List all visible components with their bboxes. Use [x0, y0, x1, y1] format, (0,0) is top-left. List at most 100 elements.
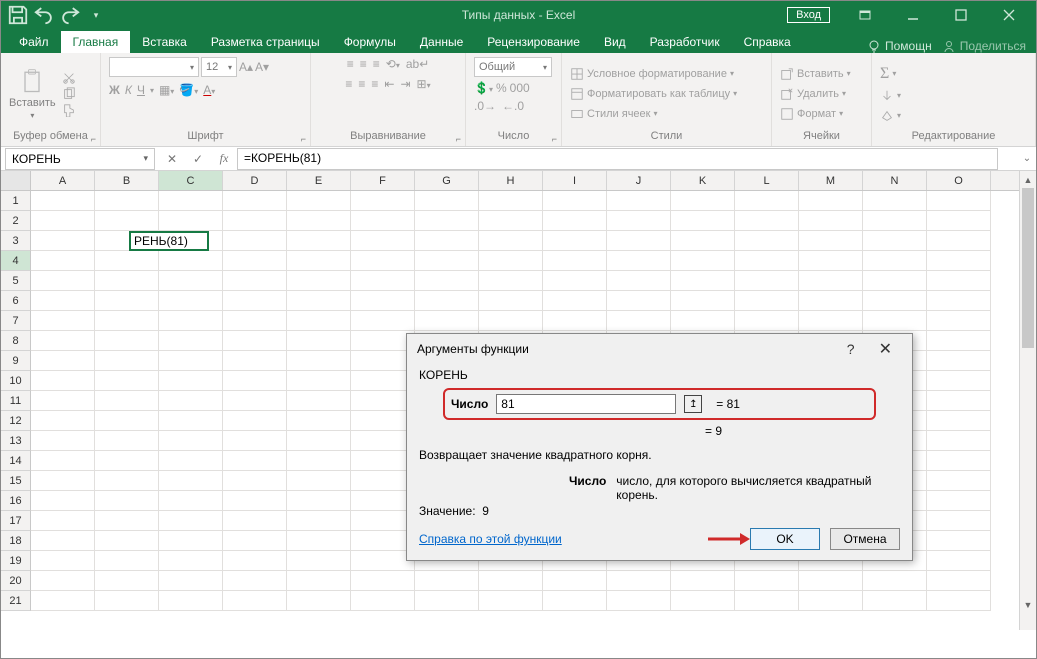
cell[interactable] [607, 591, 671, 611]
row-header[interactable]: 3 [1, 231, 31, 251]
cell[interactable] [159, 271, 223, 291]
name-box[interactable]: КОРЕНЬ▾ [5, 148, 155, 170]
orientation-icon[interactable]: ⟲▾ [386, 57, 400, 71]
tab-insert[interactable]: Вставка [130, 31, 199, 53]
cell[interactable] [223, 571, 287, 591]
cell[interactable] [95, 531, 159, 551]
row-header[interactable]: 21 [1, 591, 31, 611]
cell[interactable] [95, 471, 159, 491]
cancel-formula-icon[interactable]: ✕ [159, 152, 185, 166]
cell[interactable] [223, 531, 287, 551]
cell[interactable] [223, 371, 287, 391]
paste-button[interactable]: Вставить ▾ [9, 67, 56, 120]
cell[interactable] [351, 311, 415, 331]
cell[interactable] [415, 251, 479, 271]
cell[interactable] [479, 191, 543, 211]
cell[interactable] [287, 471, 351, 491]
row-header[interactable]: 4 [1, 251, 31, 271]
cell[interactable] [287, 311, 351, 331]
cell[interactable] [31, 391, 95, 411]
fill-color-icon[interactable]: 🪣▾ [179, 83, 198, 97]
increase-decimal-icon[interactable]: .0→ [474, 99, 496, 113]
launcher-icon[interactable]: ⌐ [552, 134, 557, 144]
cell[interactable] [415, 231, 479, 251]
cell[interactable] [799, 231, 863, 251]
column-header[interactable]: H [479, 171, 543, 190]
row-header[interactable]: 2 [1, 211, 31, 231]
cell[interactable] [479, 571, 543, 591]
cell[interactable] [351, 251, 415, 271]
cell[interactable] [671, 191, 735, 211]
cell[interactable] [607, 231, 671, 251]
currency-icon[interactable]: 💲▾ [474, 81, 493, 95]
enter-formula-icon[interactable]: ✓ [185, 152, 211, 166]
cell[interactable] [799, 251, 863, 271]
row-header[interactable]: 12 [1, 411, 31, 431]
cell[interactable] [799, 271, 863, 291]
insert-function-icon[interactable]: fx [211, 151, 237, 166]
cell[interactable] [735, 591, 799, 611]
cell[interactable] [223, 551, 287, 571]
cell[interactable] [159, 551, 223, 571]
conditional-formatting-button[interactable]: Условное форматирование▾ [570, 67, 737, 81]
row-header[interactable]: 18 [1, 531, 31, 551]
cell[interactable] [31, 511, 95, 531]
cell[interactable] [31, 271, 95, 291]
cell[interactable] [671, 271, 735, 291]
cell[interactable] [159, 471, 223, 491]
cell[interactable] [543, 291, 607, 311]
cell[interactable] [735, 251, 799, 271]
cell[interactable] [927, 451, 991, 471]
cell[interactable] [287, 371, 351, 391]
launcher-icon[interactable]: ⌐ [91, 134, 96, 144]
tab-file[interactable]: Файл [7, 31, 61, 53]
redo-icon[interactable] [59, 4, 81, 26]
cell[interactable] [95, 571, 159, 591]
cell[interactable] [927, 231, 991, 251]
cell[interactable] [607, 291, 671, 311]
cell[interactable] [223, 291, 287, 311]
row-header[interactable]: 9 [1, 351, 31, 371]
cell[interactable] [223, 391, 287, 411]
maximize-icon[interactable] [938, 1, 984, 29]
cell[interactable] [863, 311, 927, 331]
cell[interactable] [735, 231, 799, 251]
row-header[interactable]: 8 [1, 331, 31, 351]
cell[interactable] [479, 271, 543, 291]
row-header[interactable]: 7 [1, 311, 31, 331]
align-middle-icon[interactable]: ≡ [360, 57, 367, 71]
cell[interactable] [607, 191, 671, 211]
cell[interactable] [927, 531, 991, 551]
cell[interactable] [479, 311, 543, 331]
underline-button[interactable]: Ч [137, 83, 145, 97]
cell[interactable] [543, 571, 607, 591]
cell[interactable] [607, 571, 671, 591]
column-header[interactable]: J [607, 171, 671, 190]
save-icon[interactable] [7, 4, 29, 26]
cancel-button[interactable]: Отмена [830, 528, 900, 550]
column-header[interactable]: I [543, 171, 607, 190]
cell[interactable] [223, 431, 287, 451]
merge-center-icon[interactable]: ⊞▾ [417, 77, 431, 91]
cell[interactable] [287, 351, 351, 371]
cell[interactable] [95, 411, 159, 431]
cell[interactable] [735, 311, 799, 331]
cell[interactable] [351, 291, 415, 311]
row-header[interactable]: 20 [1, 571, 31, 591]
cell[interactable] [799, 291, 863, 311]
cell[interactable] [927, 411, 991, 431]
cell[interactable] [479, 591, 543, 611]
cell[interactable] [287, 511, 351, 531]
cell[interactable] [863, 591, 927, 611]
cell[interactable] [543, 251, 607, 271]
row-header[interactable]: 16 [1, 491, 31, 511]
formula-input[interactable]: =КОРЕНЬ(81) [237, 148, 998, 170]
italic-button[interactable]: К [125, 83, 132, 97]
comma-icon[interactable]: 000 [510, 81, 530, 95]
active-cell[interactable]: РЕНЬ(81) [129, 231, 209, 251]
cell[interactable] [159, 511, 223, 531]
cell[interactable] [159, 411, 223, 431]
share-button[interactable]: Поделиться [942, 39, 1026, 53]
cell[interactable] [287, 391, 351, 411]
cell[interactable] [31, 531, 95, 551]
